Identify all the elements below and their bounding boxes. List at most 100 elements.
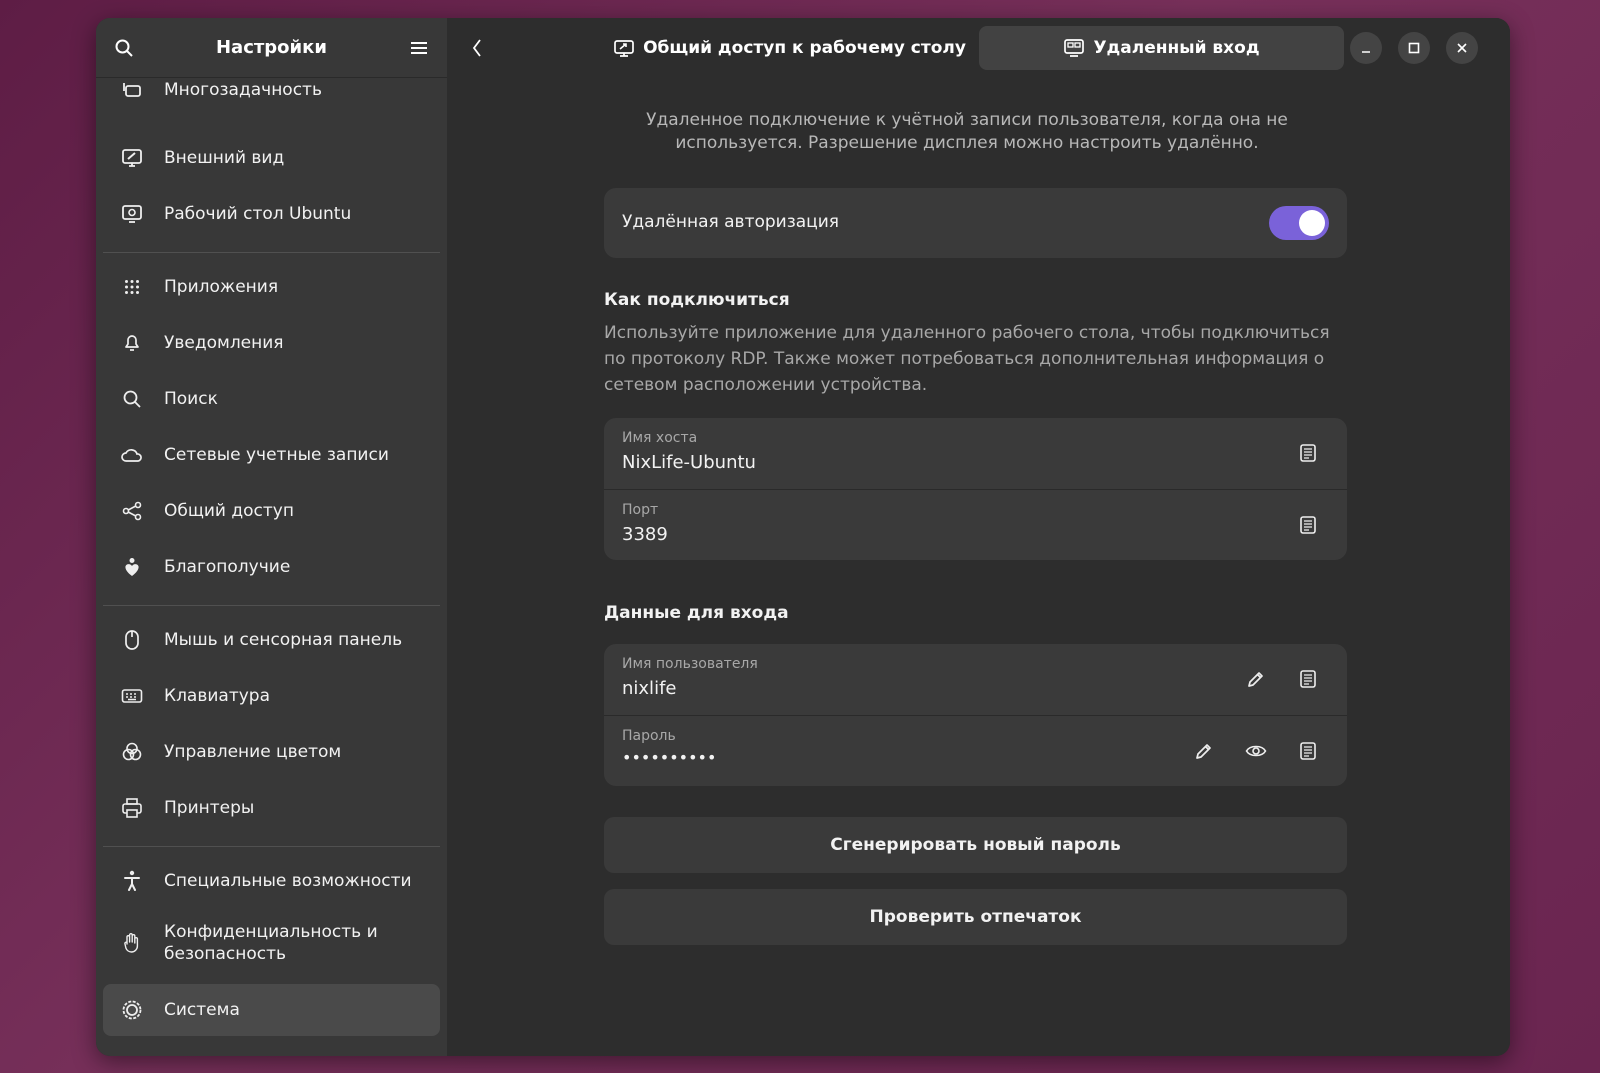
search-button[interactable]	[108, 32, 140, 64]
color-icon	[121, 741, 143, 763]
keyboard-icon	[121, 685, 143, 707]
tab-desktop-sharing[interactable]: Общий доступ к рабочему столу	[612, 26, 967, 70]
wellbeing-icon	[121, 556, 143, 578]
sidebar-item-label: Управление цветом	[164, 742, 342, 762]
sidebar-item-privacy[interactable]: Конфиденциальность и безопасность	[103, 911, 440, 975]
sidebar-item-label: Специальные возможности	[164, 871, 412, 891]
password-label: Пароль	[622, 728, 676, 744]
sidebar-item-mouse[interactable]: Мышь и сенсорная панель	[103, 614, 440, 666]
page-description: Удаленное подключение к учётной записи п…	[646, 110, 1288, 153]
tab-remote-login[interactable]: Удаленный вход	[979, 26, 1344, 70]
copy-icon	[1300, 516, 1316, 534]
sidebar-item-label: Конфиденциальность и безопасность	[164, 922, 378, 964]
show-password-button[interactable]	[1239, 734, 1273, 768]
sidebar-item-apps[interactable]: Приложения	[103, 261, 440, 313]
sidebar-item-label: Поиск	[164, 389, 218, 409]
sidebar: Настройки Многозадачность Внешний вид Ра…	[96, 18, 447, 1056]
username-row: Имя пользователя nixlife	[604, 644, 1347, 715]
close-button[interactable]	[1446, 32, 1478, 64]
password-row: Пароль ••••••••••	[604, 716, 1347, 786]
minimize-icon	[1362, 51, 1370, 53]
copy-password-button[interactable]	[1291, 734, 1325, 768]
sidebar-item-label: Сетевые учетные записи	[164, 445, 389, 465]
system-icon	[121, 999, 143, 1021]
cloud-icon	[121, 444, 143, 466]
bell-icon	[121, 332, 143, 354]
sidebar-item-keyboard[interactable]: Клавиатура	[103, 670, 440, 722]
sidebar-item-label: Приложения	[164, 277, 279, 297]
remote-auth-toggle[interactable]	[1269, 206, 1329, 240]
mouse-icon	[121, 629, 143, 651]
sidebar-item-label: Благополучие	[164, 557, 291, 577]
search-icon	[121, 388, 143, 410]
copy-username-button[interactable]	[1291, 662, 1325, 696]
port-label: Порт	[622, 502, 659, 518]
generate-password-button[interactable]: Сгенерировать новый пароль	[604, 817, 1347, 873]
share-icon	[121, 500, 143, 522]
eye-icon	[1245, 745, 1267, 757]
multitasking-icon	[121, 79, 143, 101]
copy-port-button[interactable]	[1291, 508, 1325, 542]
sidebar-item-accessibility[interactable]: Специальные возможности	[103, 855, 440, 907]
hamburger-menu-icon	[411, 42, 427, 54]
copy-icon	[1300, 670, 1316, 688]
copy-icon	[1300, 444, 1316, 462]
sidebar-item-label: Мышь и сенсорная панель	[164, 630, 403, 650]
hostname-row: Имя хоста NixLife-Ubuntu	[604, 418, 1347, 489]
tab-label: Общий доступ к рабочему столу	[643, 38, 966, 58]
edit-password-button[interactable]	[1187, 734, 1221, 768]
sidebar-item-printers[interactable]: Принтеры	[103, 782, 440, 834]
port-value: 3389	[622, 524, 668, 545]
minimize-button[interactable]	[1350, 32, 1382, 64]
hand-icon	[121, 932, 143, 954]
printer-icon	[121, 797, 143, 819]
password-value: ••••••••••	[622, 748, 717, 767]
sidebar-header: Настройки	[96, 18, 447, 78]
sidebar-separator	[103, 605, 440, 606]
toggle-knob	[1299, 210, 1325, 236]
sidebar-item-wellbeing[interactable]: Благополучие	[103, 541, 440, 593]
sidebar-item-search[interactable]: Поиск	[103, 373, 440, 425]
maximize-button[interactable]	[1398, 32, 1430, 64]
copy-hostname-button[interactable]	[1291, 436, 1325, 470]
settings-window: Настройки Многозадачность Внешний вид Ра…	[96, 18, 1510, 1056]
credentials-card: Имя пользователя nixlife Пароль ••••••••…	[604, 644, 1347, 786]
main-content: Общий доступ к рабочему столу Удаленный …	[447, 18, 1510, 1056]
connection-info-card: Имя хоста NixLife-Ubuntu Порт 3389	[604, 418, 1347, 560]
sidebar-item-multitasking[interactable]: Многозадачность	[103, 78, 440, 116]
how-to-connect-title: Как подключиться	[604, 290, 790, 310]
tab-bar: Общий доступ к рабочему столу Удаленный …	[447, 18, 1510, 78]
port-row: Порт 3389	[604, 490, 1347, 560]
edit-username-button[interactable]	[1239, 662, 1273, 696]
ubuntu-desktop-icon	[121, 203, 143, 225]
back-button[interactable]	[461, 32, 493, 64]
sidebar-item-ubuntu-desktop[interactable]: Рабочий стол Ubuntu	[103, 188, 440, 240]
apps-grid-icon	[121, 276, 143, 298]
maximize-icon	[1408, 42, 1420, 54]
sidebar-item-online-accounts[interactable]: Сетевые учетные записи	[103, 429, 440, 481]
sidebar-list: Многозадачность Внешний вид Рабочий стол…	[96, 78, 447, 1056]
username-label: Имя пользователя	[622, 656, 758, 672]
appearance-icon	[121, 147, 143, 169]
sidebar-item-system[interactable]: Система	[103, 984, 440, 1036]
sidebar-item-label: Система	[164, 1000, 240, 1020]
accessibility-icon	[121, 870, 143, 892]
sidebar-item-label: Принтеры	[164, 798, 255, 818]
sidebar-separator	[103, 252, 440, 253]
sidebar-title: Настройки	[215, 37, 327, 58]
chevron-left-icon	[472, 39, 481, 57]
sidebar-item-color[interactable]: Управление цветом	[103, 726, 440, 778]
sidebar-item-label: Уведомления	[164, 333, 284, 353]
sidebar-item-sharing[interactable]: Общий доступ	[103, 485, 440, 537]
pencil-icon	[1248, 672, 1263, 687]
remote-auth-card: Удалённая авторизация	[604, 188, 1347, 258]
sidebar-item-notifications[interactable]: Уведомления	[103, 317, 440, 369]
remote-login-icon	[1064, 39, 1085, 57]
sidebar-item-label: Клавиатура	[164, 686, 271, 706]
verify-fingerprint-button[interactable]: Проверить отпечаток	[604, 889, 1347, 945]
sidebar-separator	[103, 846, 440, 847]
how-to-connect-text: Используйте приложение для удаленного ра…	[604, 323, 1330, 395]
username-value: nixlife	[622, 678, 677, 699]
sidebar-item-appearance[interactable]: Внешний вид	[103, 132, 440, 184]
main-menu-button[interactable]	[403, 32, 435, 64]
